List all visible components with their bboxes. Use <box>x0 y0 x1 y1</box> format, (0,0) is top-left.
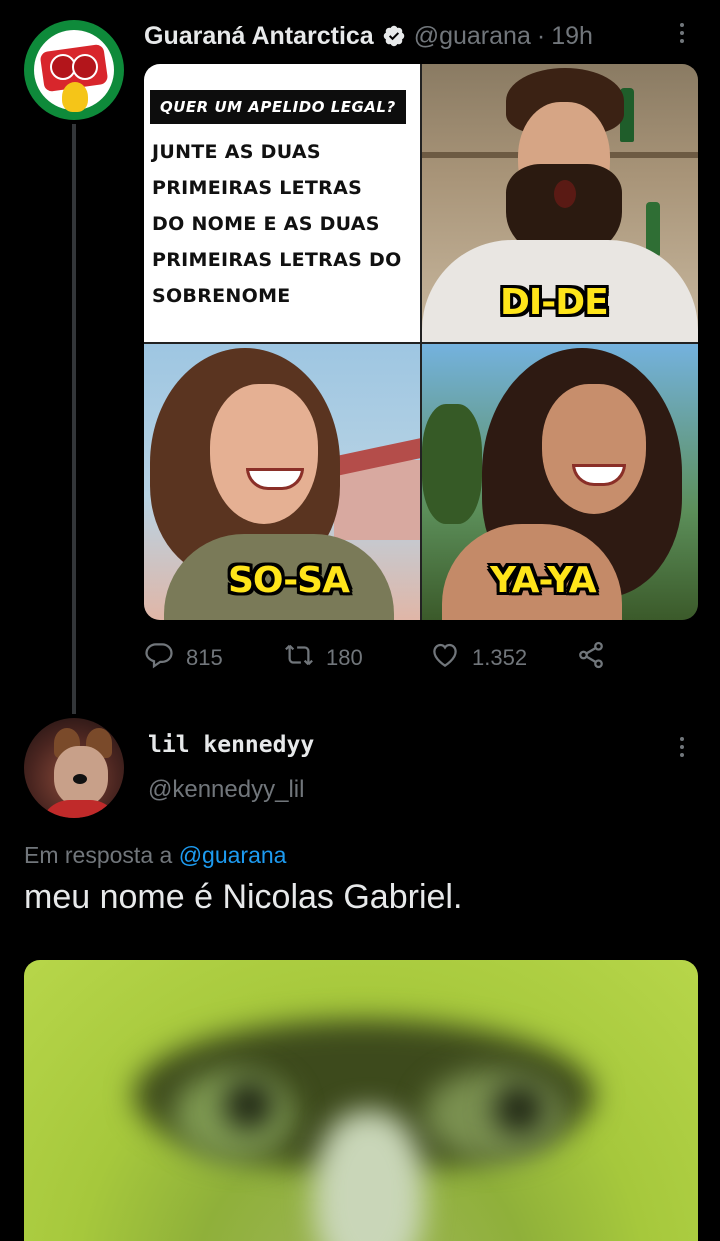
meme-body: JUNTE AS DUAS PRIMEIRAS LETRAS DO NOME E… <box>152 134 414 314</box>
share-button[interactable] <box>576 636 618 680</box>
verified-badge-icon <box>382 24 406 48</box>
meme-banner: QUER UM APELIDO LEGAL? <box>150 90 406 124</box>
reply-prefix: Em resposta a <box>24 842 173 868</box>
meme-text-panel: QUER UM APELIDO LEGAL? JUNTE AS DUAS PRI… <box>144 64 420 342</box>
retweet-count: 180 <box>326 645 363 670</box>
reply-count: 815 <box>186 645 223 670</box>
tweet-text: meu nome é Nicolas Gabriel. <box>24 878 463 916</box>
like-count: 1.352 <box>472 645 528 670</box>
author-name[interactable]: Guaraná Antarctica <box>144 22 374 51</box>
meme-caption: SO-SA <box>228 560 350 601</box>
meme-caption: YA-YA <box>490 560 597 601</box>
author-name[interactable]: lil kennedyy <box>148 732 314 758</box>
avatar-guarana[interactable] <box>24 20 124 120</box>
reply-mention-link[interactable]: @guarana <box>179 842 287 868</box>
like-button[interactable]: 1.352 <box>430 636 527 680</box>
timeline: Guaraná Antarctica @guarana · 19h QUER U… <box>0 0 720 1241</box>
reply-context: Em resposta a @guarana <box>24 842 286 869</box>
meme-line: DO NOME E AS DUAS <box>152 213 380 235</box>
avatar-kennedyy[interactable] <box>24 718 124 818</box>
tweet-actions: 815 180 1.352 <box>144 636 684 680</box>
author-handle[interactable]: @kennedyy_lil <box>148 776 304 804</box>
meme-photo-woman-1: SO-SA <box>144 344 420 620</box>
meme-line: JUNTE AS DUAS <box>152 141 321 163</box>
reply-icon <box>144 640 186 676</box>
tweet-header: Guaraná Antarctica @guarana · 19h <box>144 18 593 54</box>
share-icon <box>576 640 618 676</box>
meme-caption: DI-DE <box>500 282 609 323</box>
heart-icon <box>430 640 472 676</box>
tweet-time[interactable]: 19h <box>551 22 593 51</box>
meme-line: PRIMEIRAS LETRAS <box>152 177 363 199</box>
meme-photo-man: DI-DE <box>422 64 698 342</box>
tweet-media-grid[interactable]: QUER UM APELIDO LEGAL? JUNTE AS DUAS PRI… <box>144 64 698 620</box>
meme-photo-woman-2: YA-YA <box>422 344 698 620</box>
meme-line: SOBRENOME <box>152 285 291 307</box>
author-handle[interactable]: @guarana <box>414 22 531 51</box>
tweet-media-image[interactable] <box>24 960 698 1241</box>
retweet-icon <box>284 640 326 676</box>
more-icon[interactable] <box>672 20 692 50</box>
thread-line <box>72 124 76 714</box>
more-icon[interactable] <box>672 734 692 764</box>
reply-button[interactable]: 815 <box>144 636 223 680</box>
meme-line: PRIMEIRAS LETRAS DO <box>152 249 402 271</box>
retweet-button[interactable]: 180 <box>284 636 363 680</box>
separator-dot: · <box>536 21 546 50</box>
